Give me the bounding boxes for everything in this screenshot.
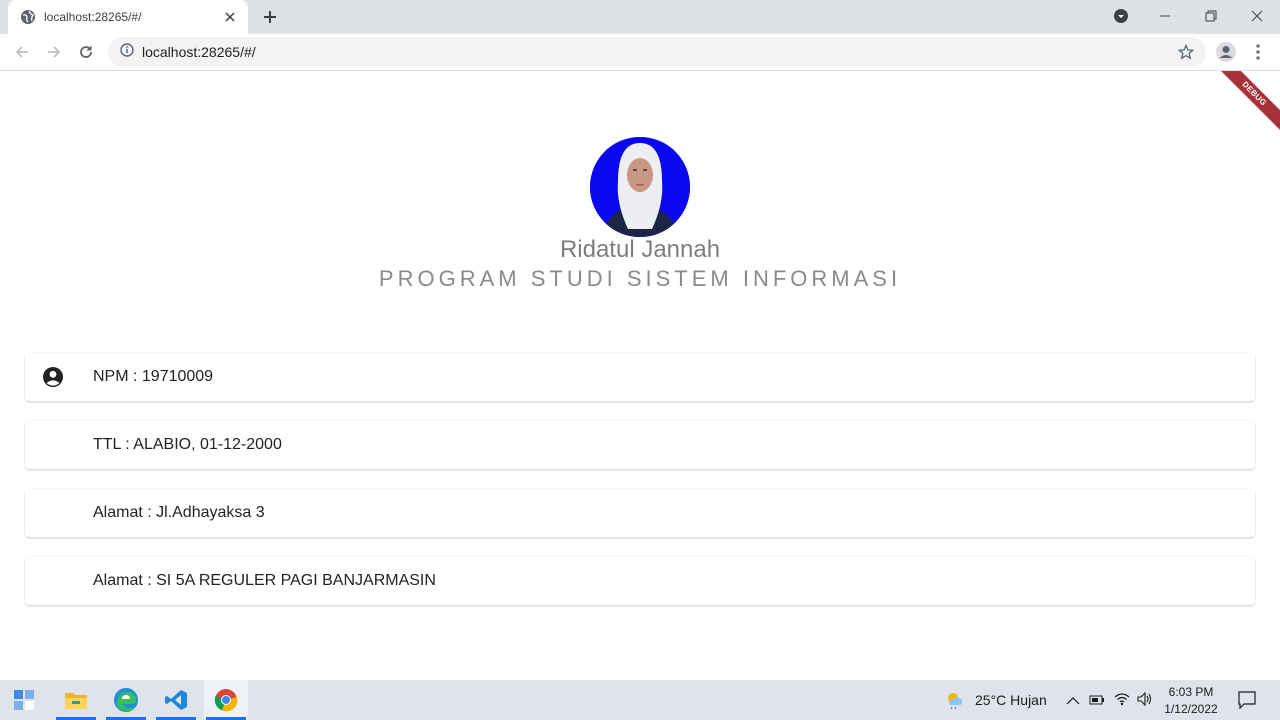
- url-text: localhost:28265/#/: [142, 44, 256, 60]
- wifi-icon[interactable]: [1114, 692, 1130, 711]
- weather-text[interactable]: 25°C Hujan: [975, 692, 1047, 708]
- browser-toolbar: localhost:28265/#/: [0, 34, 1280, 71]
- chrome-icon[interactable]: [204, 680, 248, 720]
- vscode-icon[interactable]: [154, 680, 198, 720]
- clock-time: 6:03 PM: [1168, 685, 1214, 699]
- weather-icon[interactable]: [944, 690, 966, 715]
- menu-kebab-icon[interactable]: [1244, 38, 1272, 66]
- info-npm-text: NPM : 19710009: [93, 368, 214, 385]
- restore-button[interactable]: [1188, 0, 1234, 32]
- account-circle-icon: [42, 366, 64, 388]
- info-alamat-text: Alamat : Jl.Adhayaksa 3: [93, 504, 265, 521]
- debug-banner: DEBUG: [1213, 71, 1280, 135]
- notification-icon[interactable]: [1238, 691, 1256, 714]
- bookmark-star-icon[interactable]: [1172, 38, 1200, 66]
- tab-title: localhost:28265/#/: [44, 10, 142, 24]
- info-icon[interactable]: [120, 42, 134, 62]
- new-tab-button[interactable]: [258, 6, 282, 28]
- close-icon[interactable]: [222, 9, 238, 25]
- info-ttl-text: TTL : ALABIO, 01-12-2000: [93, 436, 282, 453]
- chevron-up-icon[interactable]: [1066, 693, 1080, 711]
- profile-name: Ridatul Jannah: [559, 236, 721, 263]
- info-card-npm: NPM : 19710009: [25, 353, 1255, 401]
- tab-search-button[interactable]: [1098, 0, 1144, 32]
- info-kelas-text: Alamat : SI 5A REGULER PAGI BANJARMASIN: [93, 572, 436, 589]
- file-explorer-icon[interactable]: [54, 680, 98, 720]
- globe-icon: [20, 9, 36, 25]
- window-close-button[interactable]: [1234, 0, 1280, 32]
- forward-button[interactable]: [40, 38, 68, 66]
- debug-banner-container: DEBUG: [1180, 71, 1280, 171]
- start-button[interactable]: [2, 680, 46, 720]
- taskbar: 25°C Hujan 6:03 PM 1/12/2022: [0, 680, 1280, 720]
- info-card-alamat: Alamat : Jl.Adhayaksa 3: [25, 489, 1255, 537]
- reload-button[interactable]: [72, 38, 100, 66]
- edge-browser-icon[interactable]: [104, 680, 148, 720]
- clock-date: 1/12/2022: [1164, 702, 1218, 716]
- system-clock[interactable]: 6:03 PM 1/12/2022: [1158, 684, 1224, 718]
- profile-avatar-icon[interactable]: [1212, 38, 1240, 66]
- info-card-ttl: TTL : ALABIO, 01-12-2000: [25, 421, 1255, 469]
- profile-avatar: [590, 137, 690, 237]
- browser-tab-strip: localhost:28265/#/: [0, 0, 1280, 34]
- battery-icon[interactable]: [1089, 693, 1105, 711]
- back-button[interactable]: [8, 38, 36, 66]
- profile-program: PROGRAM STUDI SISTEM INFORMASI: [378, 266, 902, 291]
- browser-tab[interactable]: localhost:28265/#/: [8, 0, 248, 34]
- address-bar[interactable]: localhost:28265/#/: [108, 37, 1206, 67]
- minimize-button[interactable]: [1142, 0, 1188, 32]
- volume-icon[interactable]: [1137, 691, 1153, 711]
- info-card-kelas: Alamat : SI 5A REGULER PAGI BANJARMASIN: [25, 557, 1255, 605]
